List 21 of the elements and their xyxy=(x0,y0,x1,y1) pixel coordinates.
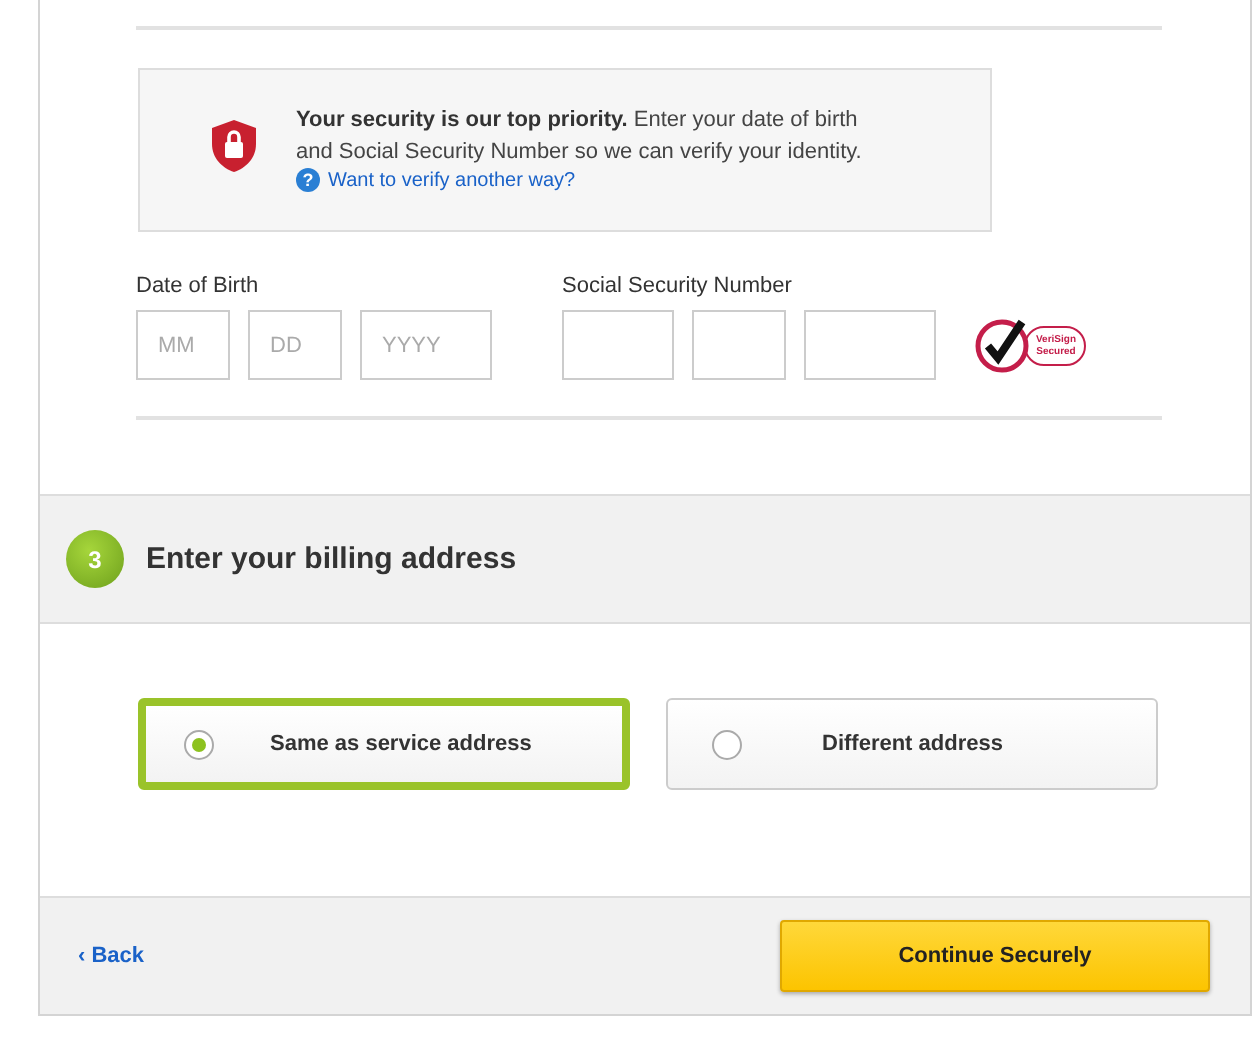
date-input[interactable]: MM xyxy=(136,310,230,380)
ssn-label: Social Security Number xyxy=(562,274,794,298)
verify-another-way-link[interactable]: Want to verify another way? xyxy=(328,169,576,191)
address-option[interactable]: Same as service address xyxy=(138,698,630,790)
security-message: Your security is our top priority. Enter your date of birth and Social Security Number so we can verify your identity. xyxy=(296,106,864,168)
ssn-input[interactable] xyxy=(804,310,936,380)
section-title: Enter your billing address xyxy=(146,542,517,576)
address-option[interactable]: Different address xyxy=(666,698,1158,790)
continue-button[interactable]: Continue Securely xyxy=(780,920,1210,992)
ssn-input[interactable] xyxy=(562,310,674,380)
checkmark-icon xyxy=(972,315,1032,375)
radio-icon xyxy=(712,729,742,759)
date-of-birth-label: Date of Birth xyxy=(136,274,261,298)
date-input[interactable]: YYYY xyxy=(360,310,492,380)
ssn-input[interactable] xyxy=(692,310,786,380)
help-icon: ? xyxy=(296,168,320,192)
shield-lock-icon xyxy=(210,118,258,174)
date-input[interactable]: DD xyxy=(248,310,342,380)
radio-icon xyxy=(184,729,214,759)
step-number: 3 xyxy=(66,530,124,588)
back-link[interactable]: ‹ Back xyxy=(78,944,145,968)
